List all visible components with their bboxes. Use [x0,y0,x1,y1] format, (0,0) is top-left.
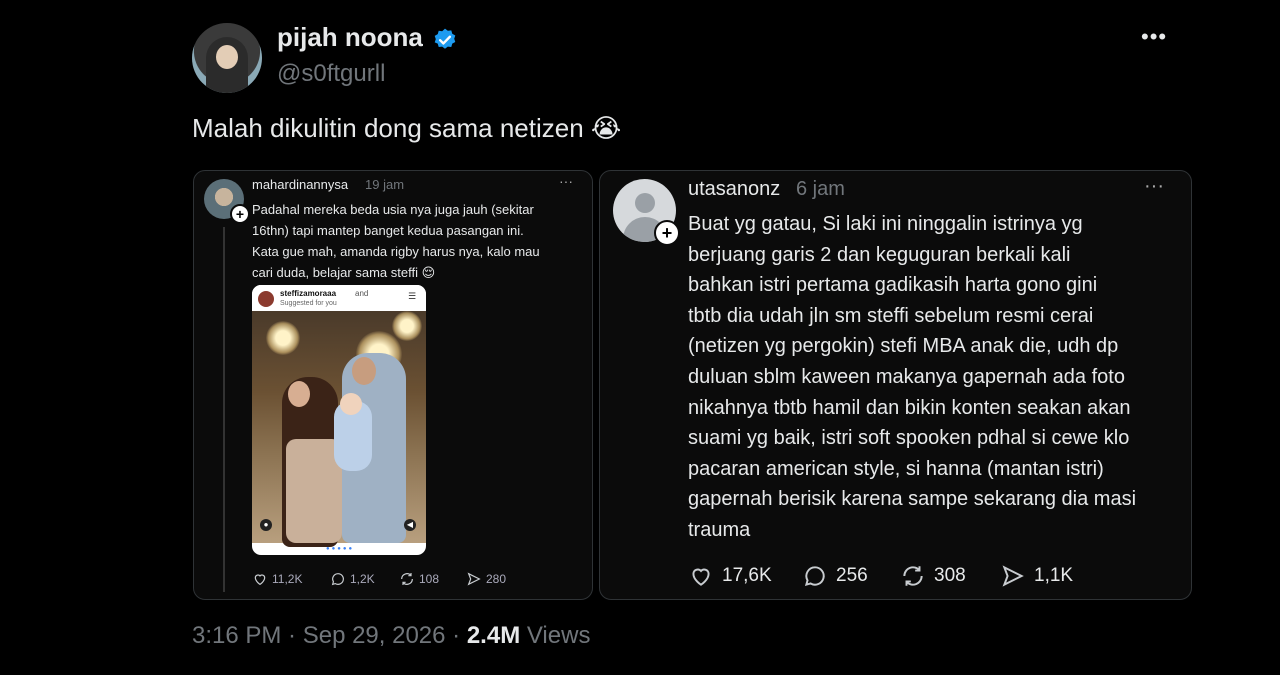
thread-line [223,227,225,592]
reply-count: 1,2K [350,572,375,586]
like-count: 17,6K [722,565,772,586]
like-count: 11,2K [272,572,303,586]
like-stat[interactable]: 11,2K [252,571,302,587]
share-stat[interactable]: 1,1K [1000,563,1073,589]
repost-count: 308 [934,565,966,586]
sound-icon: ◀ [404,519,416,531]
comment-time: 6 jam [796,178,845,200]
tweet-text: Malah dikulitin dong sama netizen 😭 [192,113,622,143]
send-icon [467,572,481,586]
heart-icon [692,568,710,586]
comment-icon [331,573,344,586]
embed-and: and [355,289,369,298]
embedded-screenshot-left[interactable]: + mahardinannysa 19 jam ··· Padahal mere… [193,170,593,600]
more-options-icon[interactable]: ··· [1144,175,1164,198]
commenter-username[interactable]: utasanonz [688,178,780,201]
more-options-icon[interactable]: ··· [559,173,573,189]
embed-username: steffizamoraaa [280,289,337,298]
share-count: 280 [486,572,507,586]
share-stat[interactable]: 280 [466,571,506,587]
reply-stat[interactable]: 256 [802,563,868,589]
author-avatar[interactable] [192,23,262,93]
repost-count: 108 [419,572,440,586]
comment-icon [804,566,825,587]
views-label: Views [520,622,591,649]
comment-text: Padahal mereka beda usia nya juga jauh (… [252,202,540,280]
author-name[interactable]: pijah noona [277,22,423,53]
more-options-icon[interactable]: ••• [1141,24,1167,50]
embedded-screenshot-right[interactable]: + utasanonz 6 jam ··· Buat yg gatau, Si … [599,170,1192,600]
reply-count: 256 [836,565,868,586]
tweet-timestamp[interactable]: 3:16 PM · Sep 29, 2026 · [192,622,467,649]
repost-icon [401,573,413,585]
repost-stat[interactable]: 308 [900,563,966,589]
reply-stat[interactable]: 1,2K [330,571,375,587]
carousel-dots: ●●●●● [326,546,355,552]
embed-avatar [258,291,274,307]
heart-icon [254,574,266,586]
follow-plus-icon[interactable]: + [654,220,680,246]
repost-icon [903,566,923,586]
follow-plus-icon[interactable]: + [230,204,250,224]
repost-stat[interactable]: 108 [399,571,439,587]
comment-time: 19 jam [365,177,405,192]
share-count: 1,1K [1034,565,1074,586]
tweet-meta: 3:16 PM · Sep 29, 2026 · 2.4M Views [192,622,590,650]
author-handle[interactable]: @s0ftgurll [277,60,385,88]
comment-text: Buat yg gatau, Si laki ini ninggalin ist… [688,213,1137,541]
user-tag-icon: ● [260,519,272,531]
embedded-post-image[interactable]: steffizamoraaa and Suggested for you ☰ ●… [252,285,426,555]
like-stat[interactable]: 17,6K [688,563,772,589]
family-photo: ● ◀ [252,311,426,547]
commenter-username[interactable]: mahardinannysa [252,177,348,192]
send-icon [1002,565,1024,587]
menu-icon: ☰ [408,291,417,301]
views-count[interactable]: 2.4M [467,622,520,649]
embed-suggested: Suggested for you [280,300,337,307]
verified-badge-icon [434,28,456,49]
